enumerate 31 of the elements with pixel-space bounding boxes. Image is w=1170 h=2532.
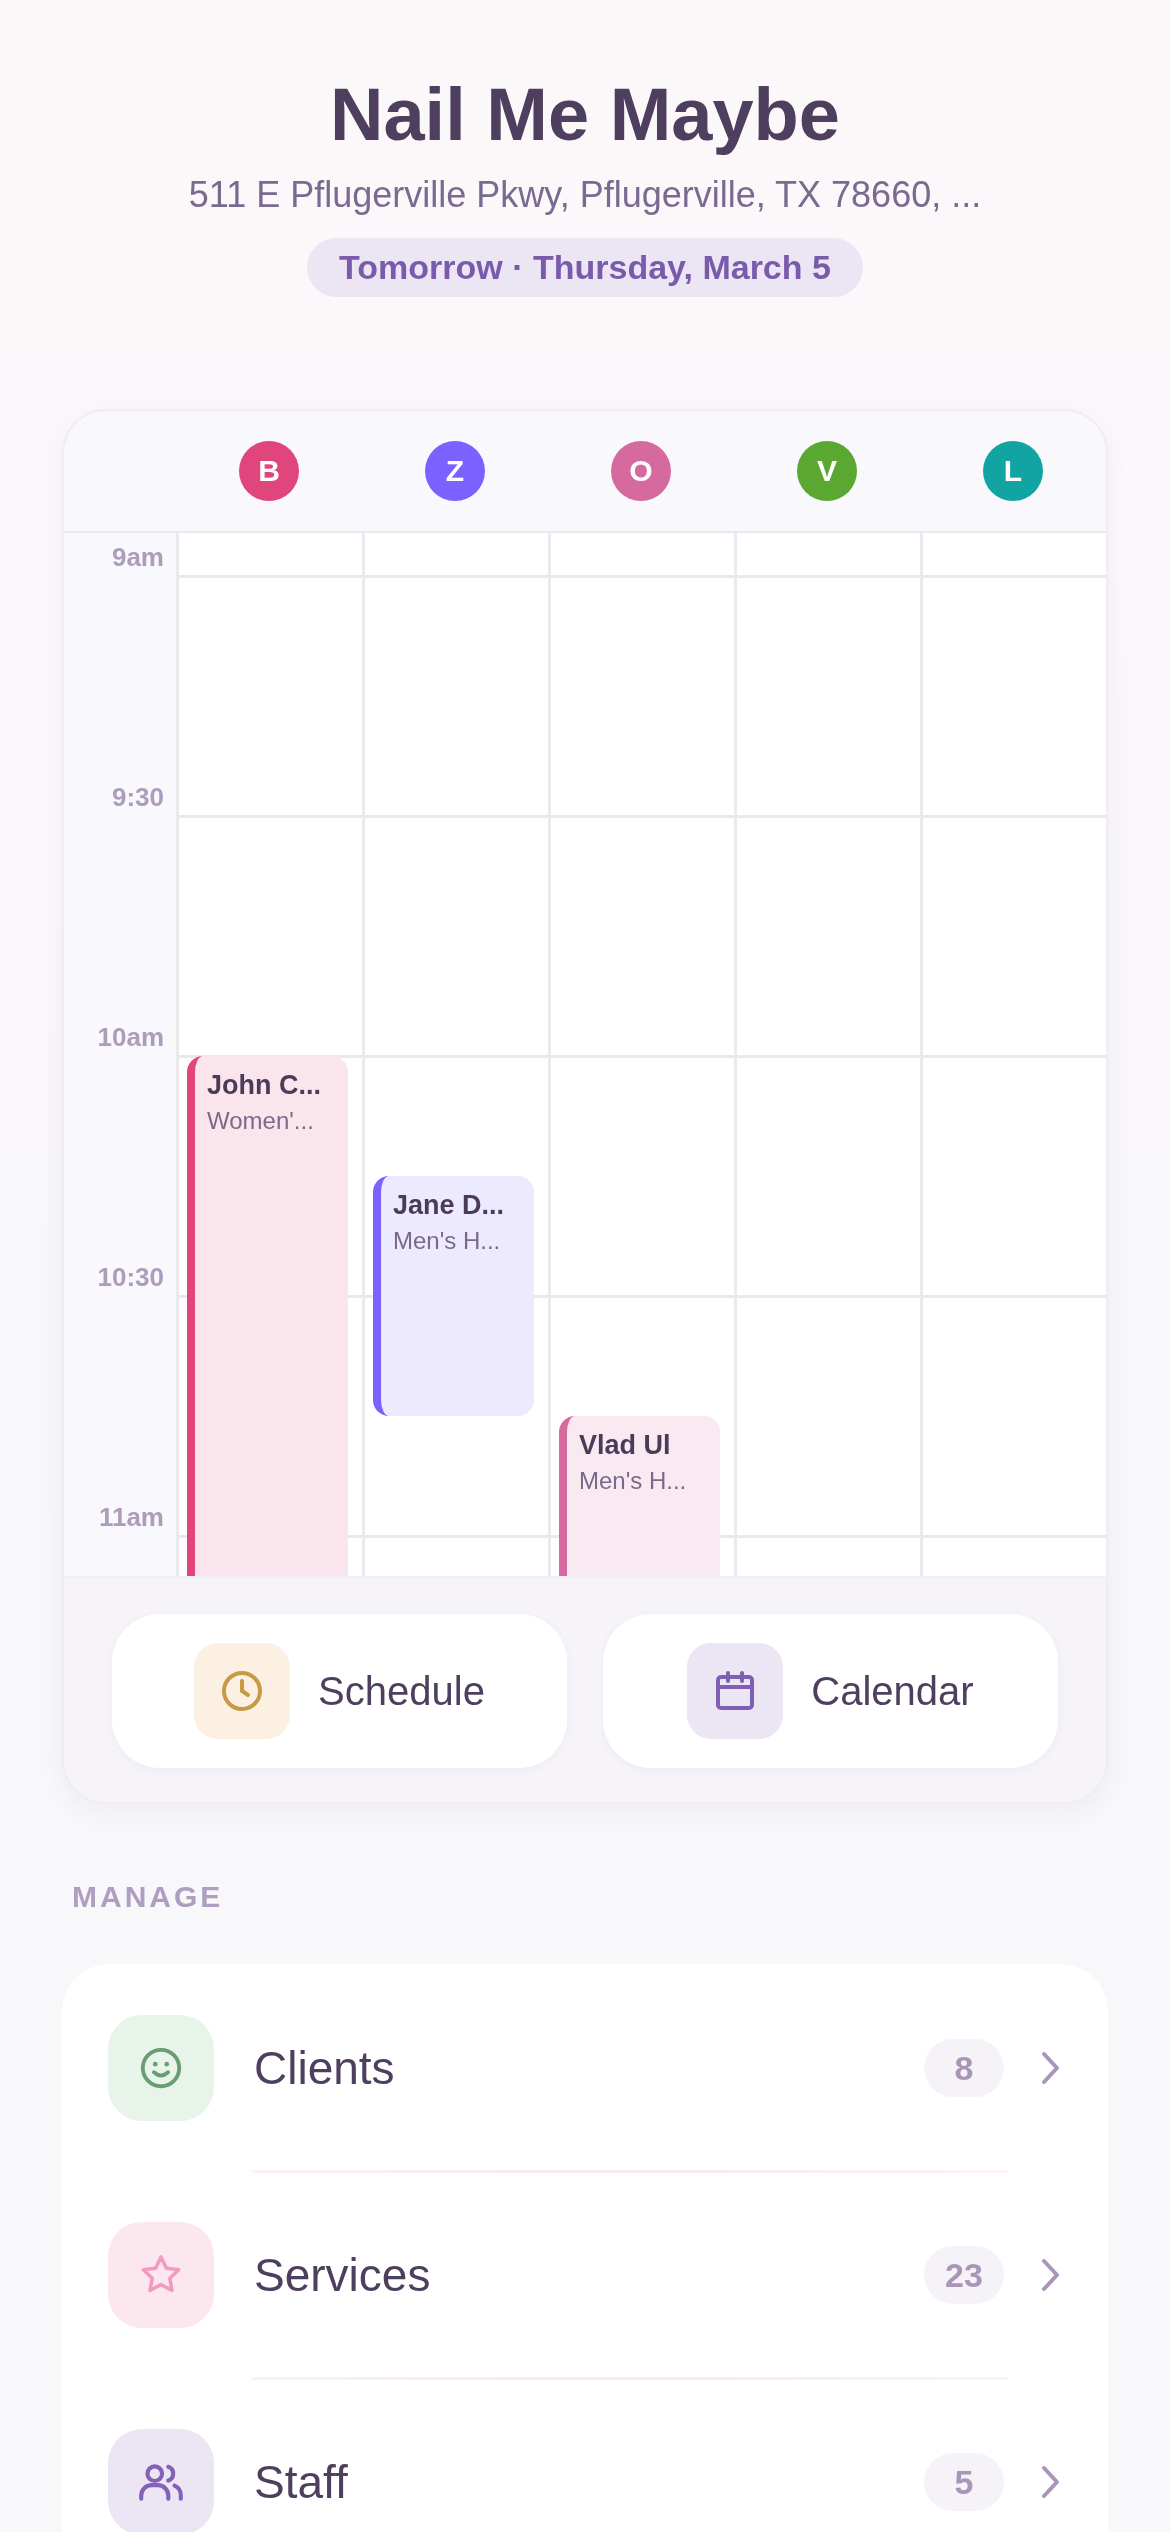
client-name: John C...	[207, 1070, 322, 1101]
date-label: Tomorrow · Thursday, March 5	[307, 238, 863, 297]
menu-item[interactable]: Services	[254, 2248, 431, 2302]
calendar-button[interactable]: Calendar	[603, 1614, 1058, 1768]
client-name: Jane D...	[393, 1190, 506, 1221]
appointment-card[interactable]: John C... Women'...	[187, 1056, 348, 1576]
time-label: 10:30	[97, 1262, 164, 1293]
count-badge: 5	[924, 2453, 1004, 2511]
time-label: 9:30	[111, 782, 164, 813]
time-label: 10am	[97, 1022, 164, 1053]
schedule-button[interactable]: Schedule	[112, 1614, 567, 1768]
appointment-card[interactable]: Vlad Ul Men's H...	[559, 1416, 720, 1576]
staff-avatar[interactable]: Z	[425, 441, 485, 501]
service-name: Men's H...	[393, 1227, 502, 1255]
count-badge: 8	[924, 2039, 1004, 2097]
time-label: 9am	[111, 542, 164, 573]
menu-item[interactable]: Clients	[254, 2041, 395, 2095]
client-name: Vlad Ul	[579, 1430, 672, 1461]
smiley-icon	[138, 2045, 184, 2091]
service-name: Men's H...	[579, 1467, 688, 1495]
chevron-right-icon	[1040, 2464, 1062, 2500]
menu-item[interactable]: Staff	[254, 2455, 348, 2509]
business-address: 511 E Pflugerville Pkwy, Pflugerville, TX 78660, ...	[188, 174, 982, 216]
service-name: Women'...	[207, 1107, 315, 1135]
count-badge: 23	[924, 2246, 1004, 2304]
time-label: 11am	[98, 1502, 164, 1533]
staff-avatar[interactable]: B	[239, 441, 299, 501]
section-heading: MANAGE	[72, 1880, 225, 1914]
chevron-right-icon	[1040, 2257, 1062, 2293]
chevron-right-icon	[1040, 2050, 1062, 2086]
appointment-card[interactable]: Jane D... Men's H...	[373, 1176, 534, 1416]
